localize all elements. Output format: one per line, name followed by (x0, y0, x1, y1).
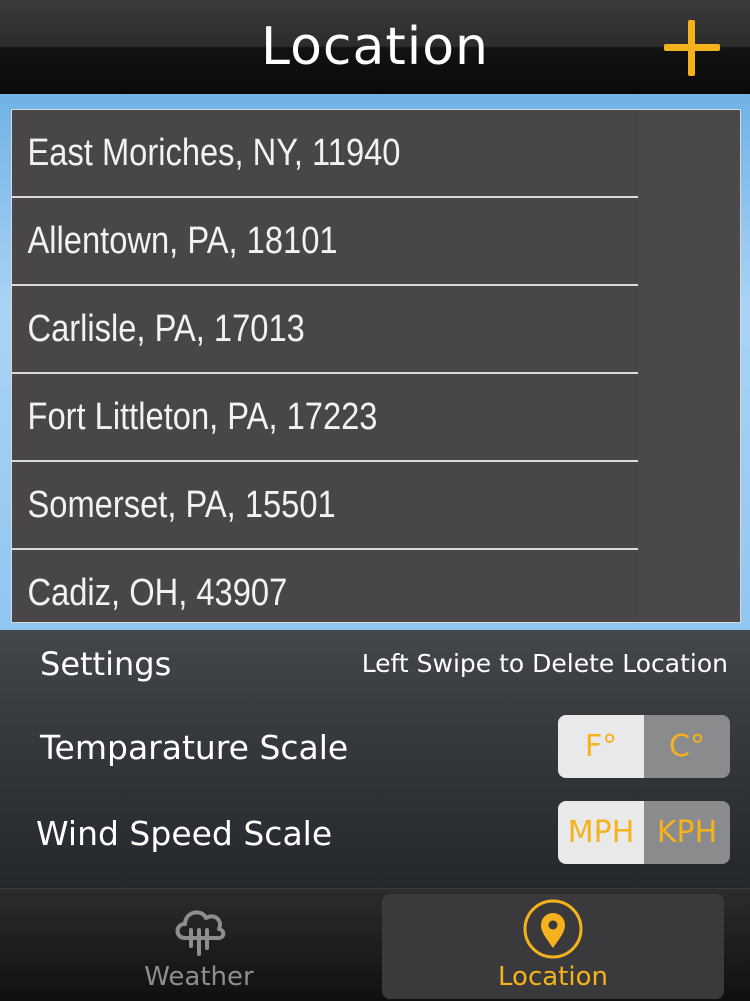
tab-location-label: Location (498, 962, 608, 992)
list-item[interactable]: Fort Littleton, PA, 17223 (12, 374, 639, 462)
tab-weather-label: Weather (144, 962, 254, 992)
celsius-option[interactable]: C° (644, 715, 730, 778)
tab-location[interactable]: Location (382, 894, 724, 999)
page-title: Location (261, 17, 489, 77)
swipe-hint: Left Swipe to Delete Location (361, 649, 728, 678)
location-list-frame: East Moriches, NY, 11940 Allentown, PA, … (0, 94, 750, 630)
wind-speed-scale-label: Wind Speed Scale (36, 814, 333, 853)
cloud-rain-icon (175, 910, 226, 956)
settings-title: Settings (40, 645, 172, 683)
list-item[interactable]: Cadiz, OH, 43907 (12, 550, 639, 622)
list-item[interactable]: Somerset, PA, 15501 (12, 462, 639, 550)
temperature-scale-toggle[interactable]: F° C° (558, 715, 730, 778)
kph-option[interactable]: KPH (644, 801, 730, 864)
wind-speed-scale-toggle[interactable]: MPH KPH (558, 801, 730, 864)
location-list[interactable]: East Moriches, NY, 11940 Allentown, PA, … (11, 109, 741, 623)
add-location-button[interactable] (664, 20, 720, 76)
settings-header: Settings Left Swipe to Delete Location (0, 630, 750, 696)
nav-header: Location (0, 0, 750, 94)
mph-option[interactable]: MPH (558, 801, 644, 864)
tab-bar: Weather Location (0, 888, 750, 1001)
map-pin-icon (523, 899, 583, 959)
fahrenheit-option[interactable]: F° (558, 715, 644, 778)
settings-panel: Temparature Scale F° C° Wind Speed Scale… (0, 696, 750, 888)
tab-weather[interactable]: Weather (28, 894, 370, 999)
temperature-scale-label: Temparature Scale (40, 728, 349, 767)
list-item[interactable]: Allentown, PA, 18101 (12, 198, 639, 286)
list-item[interactable]: East Moriches, NY, 11940 (12, 110, 639, 198)
list-item[interactable]: Carlisle, PA, 17013 (12, 286, 639, 374)
